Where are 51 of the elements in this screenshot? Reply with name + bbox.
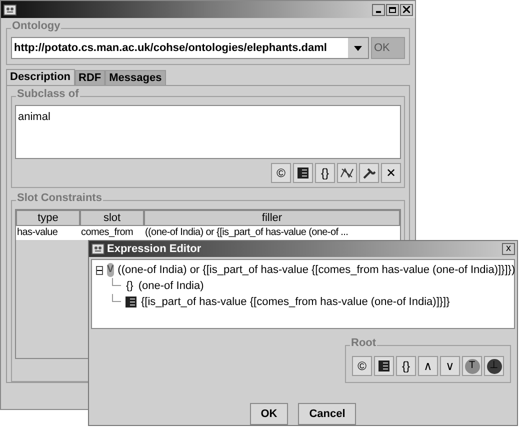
url-combo[interactable]: http://potato.cs.man.ac.uk/cohse/ontologies/elephants.daml bbox=[11, 37, 369, 59]
url-value: http://potato.cs.man.ac.uk/cohse/ontologies/elephants.daml bbox=[13, 40, 328, 56]
list-item[interactable]: animal bbox=[18, 109, 398, 126]
dialog-button[interactable]: OK bbox=[250, 403, 288, 425]
toolbar-button[interactable]: {} bbox=[396, 356, 416, 376]
or-icon: V bbox=[107, 263, 114, 277]
tree-node-label[interactable]: ((one-of India) or {[is_part_of has-value {[comes_from has-value (one-of India)]}]}) bbox=[118, 262, 516, 278]
zigzag-button[interactable] bbox=[337, 163, 357, 183]
frame-button[interactable] bbox=[293, 163, 313, 183]
table-cell: ((one-of India) or {[is_part_of has-value (one-of ... bbox=[144, 226, 400, 240]
tab[interactable]: Description bbox=[6, 69, 75, 85]
hammer-button[interactable] bbox=[359, 163, 379, 183]
group-title: Root bbox=[350, 338, 378, 349]
dialog-button[interactable]: Cancel bbox=[298, 403, 356, 425]
toolbar-button[interactable]: ✕ bbox=[381, 163, 401, 183]
tree-node-label[interactable]: (one-of India) bbox=[138, 278, 204, 294]
tab[interactable]: RDF bbox=[74, 70, 106, 85]
frame-icon bbox=[125, 296, 137, 308]
group-title: Ontology bbox=[11, 21, 62, 32]
hammer-icon bbox=[362, 166, 376, 180]
group-title: Slot Constraints bbox=[16, 193, 103, 204]
column-header[interactable]: type bbox=[16, 210, 80, 226]
close-icon bbox=[403, 6, 410, 13]
tab[interactable]: Messages bbox=[105, 70, 166, 85]
frame-button[interactable] bbox=[374, 356, 394, 376]
braces-icon: {} bbox=[125, 280, 134, 292]
table-cell: has-value bbox=[16, 226, 80, 240]
toolbar-button[interactable]: T bbox=[462, 356, 482, 376]
close-button[interactable]: x bbox=[502, 243, 515, 255]
maximize-button[interactable] bbox=[386, 4, 399, 16]
column-header[interactable]: slot bbox=[80, 210, 144, 226]
toolbar-button[interactable]: ∨ bbox=[440, 356, 460, 376]
caret-icon bbox=[354, 46, 362, 50]
group-title: Subclass of bbox=[16, 89, 80, 100]
dropdown-button[interactable] bbox=[348, 38, 368, 58]
window-title: Expression Editor bbox=[107, 242, 202, 257]
collapse-toggle[interactable] bbox=[96, 266, 103, 274]
app-icon bbox=[3, 2, 17, 16]
frame-icon bbox=[297, 167, 309, 179]
toolbar-button[interactable]: © bbox=[352, 356, 372, 376]
zigzag-icon bbox=[340, 166, 354, 180]
minimize-button[interactable] bbox=[372, 4, 385, 16]
frame-icon bbox=[378, 360, 390, 372]
column-header[interactable]: filler bbox=[144, 210, 400, 226]
tree-node-label[interactable]: {[is_part_of has-value {[comes_from has-value (one-of India)]}]} bbox=[141, 294, 450, 310]
close-button[interactable] bbox=[400, 4, 413, 16]
toolbar-button[interactable]: ∧ bbox=[418, 356, 438, 376]
app-icon bbox=[91, 242, 105, 256]
toolbar-button[interactable]: © bbox=[271, 163, 291, 183]
table-cell: comes_from bbox=[80, 226, 144, 240]
toolbar-button[interactable]: {} bbox=[315, 163, 335, 183]
